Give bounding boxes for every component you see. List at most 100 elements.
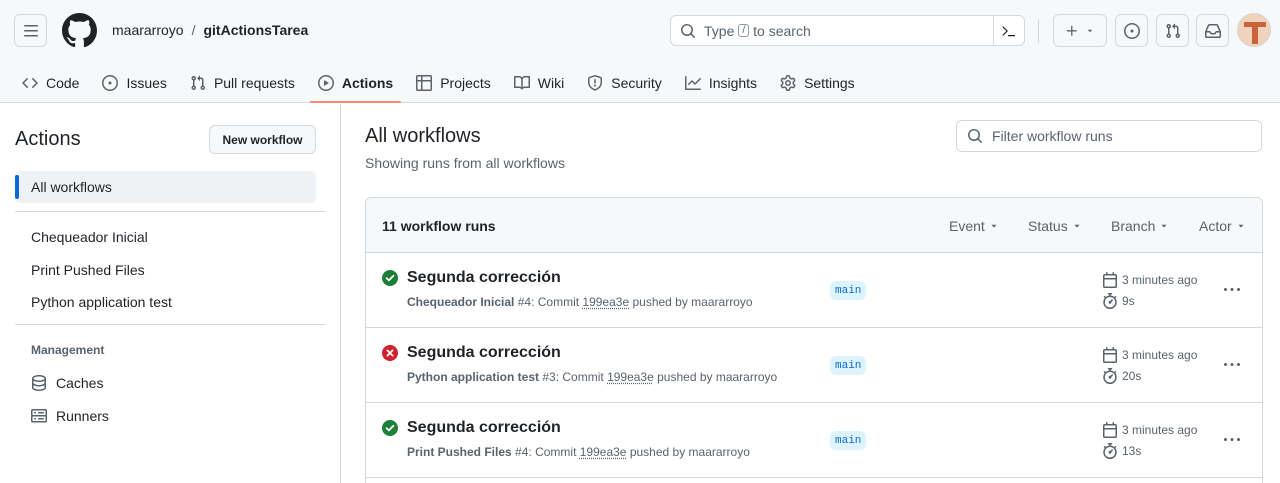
stopwatch-icon: [1103, 293, 1117, 309]
tab-security-label: Security: [611, 74, 662, 91]
tab-pull-requests[interactable]: Pull requests: [182, 62, 303, 103]
run-options-button[interactable]: [1218, 279, 1246, 301]
branch-label[interactable]: main: [830, 431, 867, 450]
run-time: 3 minutes ago: [1102, 347, 1197, 363]
avatar[interactable]: [1237, 13, 1271, 47]
tab-code[interactable]: Code: [14, 62, 87, 103]
run-time-label: 3 minutes ago: [1122, 348, 1198, 362]
inbox-button[interactable]: [1196, 14, 1229, 47]
kebab-horizontal-icon: [1224, 363, 1240, 366]
tab-issues[interactable]: Issues: [94, 62, 174, 103]
run-time-label: 3 minutes ago: [1122, 423, 1198, 437]
run-workflow-name: Python application test: [407, 370, 540, 384]
triangle-down-icon: [1087, 29, 1093, 32]
kebab-horizontal-icon: [1224, 288, 1240, 291]
new-workflow-button[interactable]: New workflow: [209, 125, 316, 154]
run-duration-label: 9s: [1122, 294, 1135, 308]
tab-settings-label: Settings: [804, 74, 855, 91]
run-meta: Chequeador Inicial #4: Commit 199ea3e pu…: [407, 295, 753, 309]
command-palette-button[interactable]: [993, 16, 1024, 45]
search-icon: [681, 23, 695, 38]
sidebar-item-workflow[interactable]: Print Pushed Files: [15, 254, 316, 286]
tab-wiki-label: Wiki: [537, 74, 565, 91]
git-pull-request-icon: [191, 75, 205, 90]
shield-icon: [588, 74, 603, 91]
branch-label[interactable]: main: [830, 356, 867, 375]
tab-pull-requests-label: Pull requests: [213, 74, 295, 91]
run-workflow-name: Print Pushed Files: [407, 445, 512, 459]
run-time: 3 minutes ago: [1102, 272, 1197, 288]
run-options-button[interactable]: [1218, 429, 1246, 451]
runs-list-header: 11 workflow runs Event Status Branch Act…: [366, 198, 1262, 253]
branch-filter-button[interactable]: Branch: [1111, 218, 1169, 234]
plus-icon: [1066, 25, 1077, 36]
commit-sha-link[interactable]: 199ea3e: [607, 370, 654, 384]
commit-sha-link[interactable]: 199ea3e: [582, 295, 629, 309]
sidebar-item-label: Chequeador Inicial: [31, 229, 148, 245]
calendar-icon: [1103, 272, 1117, 288]
sidebar-item-label: Runners: [56, 408, 109, 424]
server-icon: [31, 409, 47, 423]
run-title[interactable]: Segunda corrección: [407, 344, 561, 362]
runs-count: 11 workflow runs: [382, 218, 496, 234]
sidebar-item-caches[interactable]: Caches: [31, 367, 103, 399]
calendar-icon: [1103, 347, 1117, 363]
menu-button[interactable]: [14, 14, 47, 47]
workflow-run-row[interactable]: Segunda corrección Python application te…: [366, 328, 1262, 403]
sidebar-item-all-workflows[interactable]: All workflows: [15, 171, 316, 203]
run-title[interactable]: Segunda corrección: [407, 269, 561, 287]
run-commit-prefix: : Commit: [531, 295, 580, 309]
run-duration: 9s: [1102, 293, 1135, 309]
play-icon: [317, 74, 334, 91]
tab-settings[interactable]: Settings: [772, 62, 863, 103]
database-icon: [32, 375, 46, 391]
run-options-button[interactable]: [1218, 354, 1246, 376]
run-pushed-by: pushed by maararroyo: [629, 445, 750, 459]
sidebar-item-label: Print Pushed Files: [31, 262, 145, 278]
stopwatch-icon: [1103, 443, 1117, 459]
run-meta: Print Pushed Files #4: Commit 199ea3e pu…: [407, 445, 750, 459]
workflow-run-row[interactable]: Segunda corrección Print Pushed Files #4…: [366, 403, 1262, 478]
actor-filter-button[interactable]: Actor: [1199, 218, 1246, 234]
workflow-run-row[interactable]: Segunda corrección Chequeador Inicial #4…: [366, 253, 1262, 328]
filter-workflow-runs-input[interactable]: Filter workflow runs: [956, 120, 1262, 152]
run-commit-prefix: : Commit: [555, 370, 604, 384]
event-filter-button[interactable]: Event: [949, 218, 999, 234]
pull-requests-button[interactable]: [1156, 14, 1189, 47]
kebab-horizontal-icon: [1224, 438, 1240, 441]
sidebar-item-runners[interactable]: Runners: [31, 400, 109, 432]
run-title[interactable]: Segunda corrección: [407, 419, 561, 437]
sidebar-item-workflow[interactable]: Chequeador Inicial: [15, 221, 316, 253]
page-subtitle: Showing runs from all workflows: [365, 155, 565, 171]
commit-sha-link[interactable]: 199ea3e: [580, 445, 627, 459]
tab-issues-label: Issues: [126, 74, 167, 91]
page-title: All workflows: [365, 125, 481, 147]
search-placeholder-prefix: Type: [704, 22, 735, 39]
tab-projects[interactable]: Projects: [408, 62, 499, 103]
sidebar-item-label: All workflows: [31, 179, 112, 195]
run-duration-label: 13s: [1122, 444, 1142, 458]
search-placeholder-suffix: to search: [753, 22, 811, 39]
sidebar-divider: [15, 211, 325, 212]
event-filter-label: Event: [949, 218, 985, 234]
create-new-button[interactable]: [1053, 14, 1107, 47]
status-filter-button[interactable]: Status: [1028, 218, 1082, 234]
sidebar-item-workflow[interactable]: Python application test: [15, 286, 316, 318]
run-duration: 13s: [1102, 443, 1141, 459]
issues-button[interactable]: [1115, 14, 1148, 47]
actor-filter-label: Actor: [1199, 218, 1232, 234]
tab-actions-label: Actions: [341, 74, 394, 91]
tab-wiki[interactable]: Wiki: [506, 62, 572, 103]
filter-placeholder: Filter workflow runs: [992, 128, 1113, 144]
tab-security[interactable]: Security: [579, 62, 670, 103]
tab-insights[interactable]: Insights: [677, 62, 765, 103]
repo-link[interactable]: gitActionsTarea: [203, 22, 308, 38]
github-logo-icon[interactable]: [62, 13, 97, 48]
search-input[interactable]: Type / to search: [670, 15, 1025, 46]
issue-opened-icon: [1123, 22, 1140, 39]
owner-link[interactable]: maararroyo: [112, 22, 184, 38]
tab-actions[interactable]: Actions: [309, 62, 402, 103]
sidebar-item-label: Caches: [56, 375, 104, 391]
branch-label[interactable]: main: [830, 281, 867, 300]
graph-icon: [684, 75, 701, 90]
